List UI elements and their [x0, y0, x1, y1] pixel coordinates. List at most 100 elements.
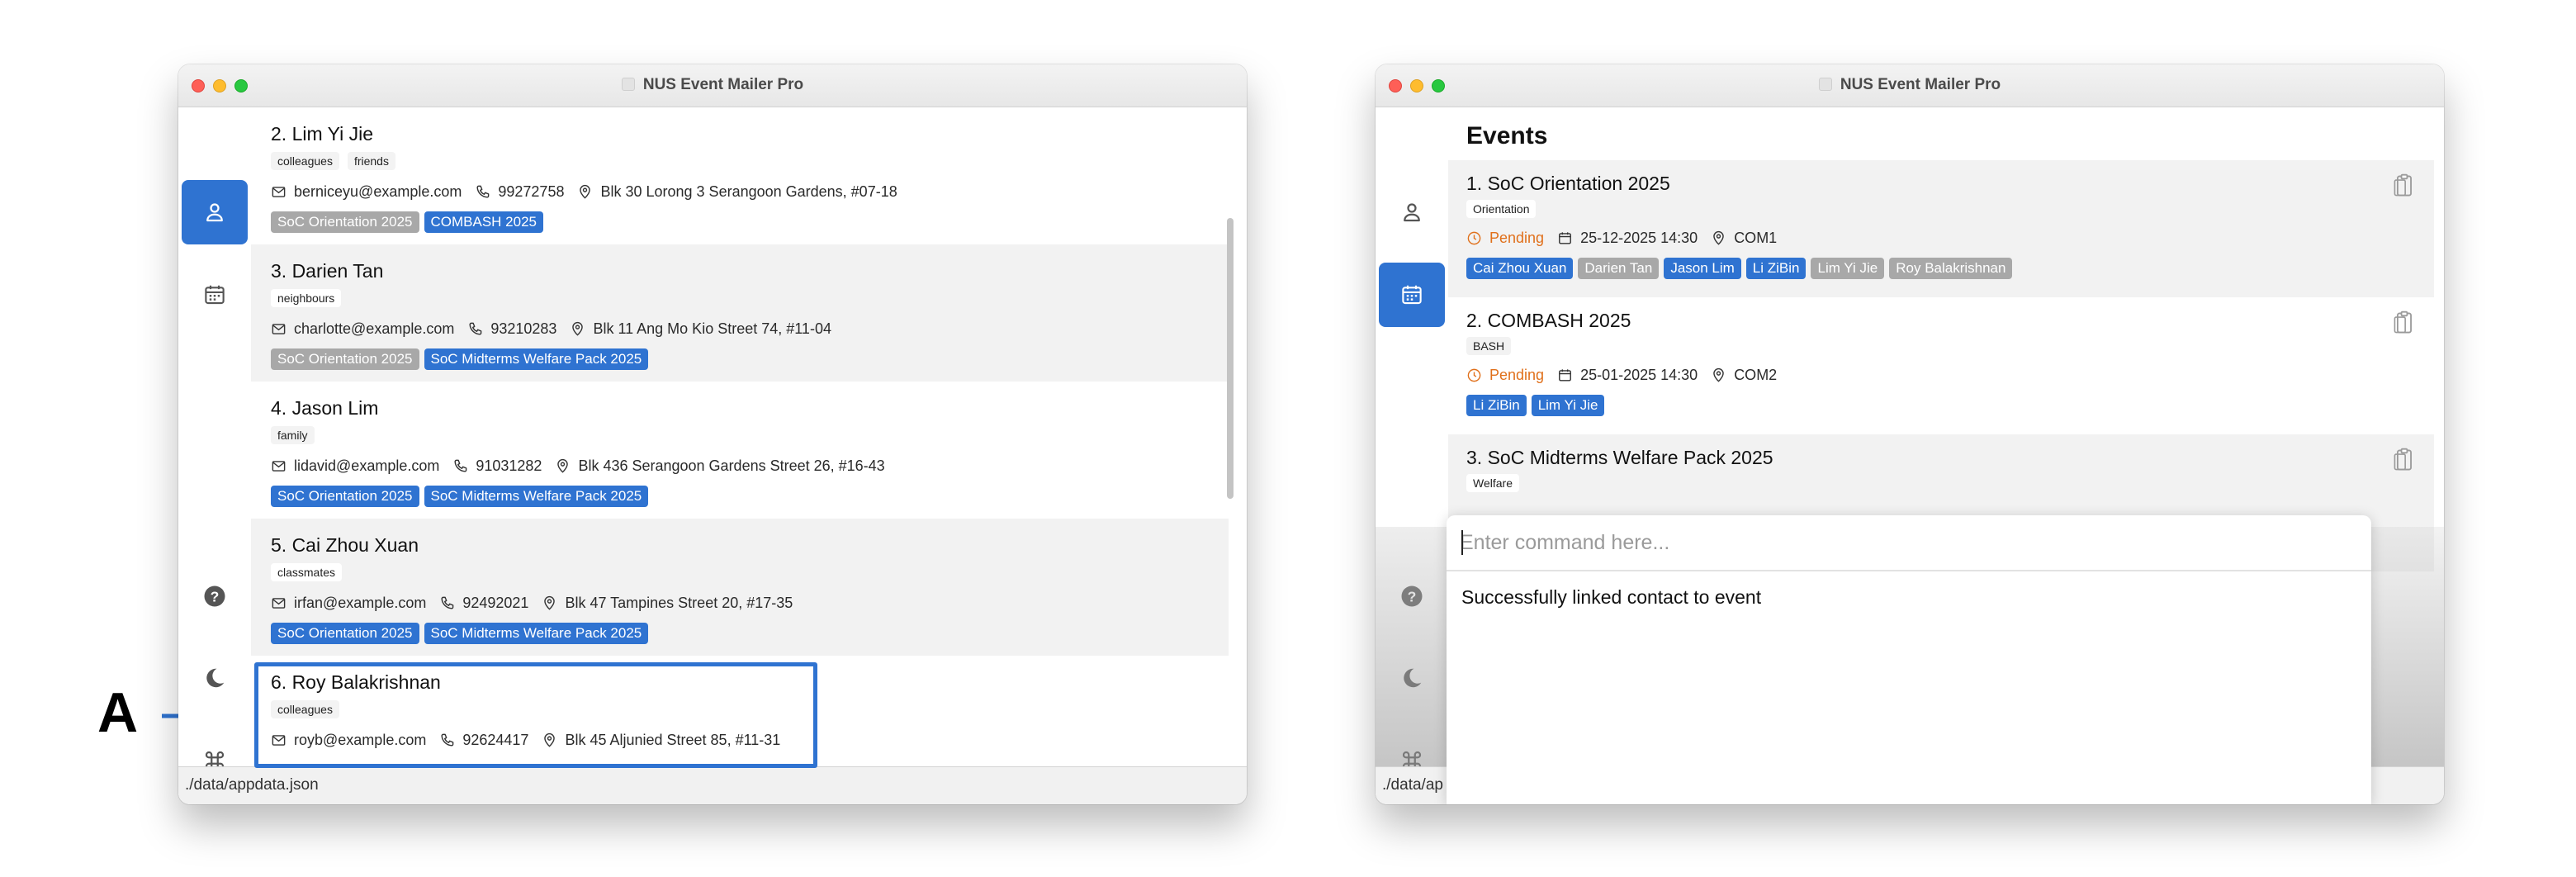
- clock-icon: [1467, 231, 1481, 244]
- command-panel: Successfully linked contact to event: [1447, 515, 2371, 804]
- contact-name: 5. Cai Zhou Xuan: [271, 534, 419, 556]
- linked-event-chip: SoC Midterms Welfare Pack 2025: [424, 623, 649, 644]
- linked-event-chip: SoC Orientation 2025: [271, 211, 419, 233]
- calendar-icon: [1559, 368, 1572, 382]
- scrollbar[interactable]: [1227, 218, 1234, 499]
- linked-contact-chip: Li ZiBin: [1466, 395, 1527, 416]
- contact-tag: classmates: [271, 563, 343, 581]
- contact-card[interactable]: 2. Lim Yi Jie colleagues friends bernice…: [251, 107, 1229, 244]
- event-tag: Welfare: [1466, 474, 1519, 492]
- linked-event-chip: SoC Orientation 2025: [271, 623, 419, 644]
- event-card[interactable]: 2. COMBASH 2025 BASH Pending 25-01-2025 …: [1448, 297, 2434, 434]
- linked-contact-chip: Roy Balakrishnan: [1889, 258, 2013, 279]
- phone-icon: [476, 185, 490, 198]
- contact-tag: colleagues: [271, 152, 339, 170]
- linked-contact-chip: Lim Yi Jie: [1531, 395, 1605, 416]
- linked-contact-chip: Jason Lim: [1664, 258, 1741, 279]
- contact-phone: 99272758: [498, 183, 565, 200]
- window-title: NUS Event Mailer Pro: [1376, 76, 2444, 94]
- contact-name: 3. Darien Tan: [271, 260, 384, 282]
- moon-icon: [206, 668, 225, 688]
- title-bar: NUS Event Mailer Pro: [1376, 64, 2444, 107]
- event-status: Pending: [1489, 229, 1545, 246]
- sidebar-help-button[interactable]: ?: [182, 564, 248, 628]
- contact-tag: neighbours: [271, 289, 342, 307]
- svg-text:?: ?: [211, 588, 220, 604]
- contact-tag: family: [271, 426, 315, 444]
- clipboard-icon[interactable]: [2393, 311, 2416, 335]
- contact-address: Blk 47 Tampines Street 20, #17-35: [565, 594, 793, 611]
- mail-icon: [272, 597, 286, 609]
- contact-name: 2. Lim Yi Jie: [271, 123, 373, 145]
- contact-phone: 91031282: [476, 457, 542, 474]
- contact-address: Blk 436 Serangoon Gardens Street 26, #16…: [578, 457, 885, 474]
- contact-email: charlotte@example.com: [294, 320, 455, 337]
- window-title: NUS Event Mailer Pro: [178, 76, 1247, 94]
- event-name: 3. SoC Midterms Welfare Pack 2025: [1466, 447, 1773, 468]
- question-icon: ?: [204, 585, 225, 607]
- location-pin-icon: [572, 321, 584, 336]
- event-name: 2. COMBASH 2025: [1466, 310, 1631, 331]
- contact-address: Blk 11 Ang Mo Kio Street 74, #11-04: [593, 320, 831, 337]
- mail-icon: [272, 460, 286, 472]
- clipboard-icon[interactable]: [2393, 448, 2416, 472]
- event-datetime: 25-01-2025 14:30: [1580, 366, 1698, 383]
- event-card[interactable]: 1. SoC Orientation 2025 Orientation Pend…: [1448, 160, 2434, 297]
- event-datetime: 25-12-2025 14:30: [1580, 229, 1698, 246]
- location-pin-icon: [1713, 367, 1724, 382]
- sidebar-contacts-button[interactable]: [182, 180, 248, 244]
- mail-icon: [272, 323, 286, 334]
- command-result: Successfully linked contact to event: [1461, 586, 1762, 608]
- contact-name: 4. Jason Lim: [271, 397, 379, 419]
- app-icon: [1818, 78, 1832, 91]
- phone-icon: [454, 459, 467, 472]
- calendar-icon: [1402, 285, 1422, 305]
- contact-card[interactable]: 5. Cai Zhou Xuan classmates irfan@exampl…: [251, 519, 1229, 656]
- sidebar: ?: [178, 107, 251, 804]
- contact-phone: 92492021: [462, 594, 529, 611]
- sidebar-theme-button[interactable]: [182, 646, 248, 710]
- contact-card[interactable]: 4. Jason Lim family lidavid@example.com …: [251, 382, 1229, 519]
- page-title: Events: [1466, 122, 1548, 149]
- calendar-icon: [1559, 231, 1572, 244]
- clipboard-icon[interactable]: [2393, 173, 2416, 198]
- linked-event-chip: SoC Midterms Welfare Pack 2025: [424, 348, 649, 370]
- person-icon: [206, 203, 223, 222]
- linked-event-chip: SoC Midterms Welfare Pack 2025: [424, 486, 649, 507]
- linked-contact-chip: Cai Zhou Xuan: [1466, 258, 1574, 279]
- linked-contact-chip: Li ZiBin: [1745, 258, 1807, 279]
- annotation-highlight-box: [254, 662, 817, 768]
- event-status: Pending: [1489, 366, 1545, 383]
- linked-event-chip: COMBASH 2025: [424, 211, 543, 233]
- event-tag: Orientation: [1466, 200, 1537, 218]
- location-pin-icon: [1713, 230, 1724, 245]
- title-bar: NUS Event Mailer Pro: [178, 64, 1247, 107]
- calendar-icon: [205, 285, 225, 305]
- sidebar-events-button[interactable]: [182, 263, 248, 327]
- contact-address: Blk 30 Lorong 3 Serangoon Gardens, #07-1…: [600, 183, 897, 200]
- sidebar-contacts-button[interactable]: [1379, 180, 1445, 244]
- event-tag: BASH: [1466, 337, 1512, 355]
- contact-card[interactable]: 3. Darien Tan neighbours charlotte@examp…: [251, 244, 1229, 382]
- event-name: 1. SoC Orientation 2025: [1466, 173, 1670, 194]
- clock-icon: [1467, 368, 1481, 382]
- annotation-label-a: A: [97, 681, 139, 744]
- phone-icon: [469, 322, 482, 335]
- location-pin-icon: [557, 458, 569, 473]
- linked-event-chip: SoC Orientation 2025: [271, 486, 419, 507]
- sidebar-events-button[interactable]: [1379, 263, 1445, 327]
- location-pin-icon: [580, 184, 591, 199]
- linked-event-chip: SoC Orientation 2025: [271, 348, 419, 370]
- mail-icon: [272, 186, 286, 197]
- app-icon: [621, 78, 635, 91]
- linked-contact-chip: Lim Yi Jie: [1811, 258, 1885, 279]
- linked-contact-chip: Darien Tan: [1578, 258, 1660, 279]
- phone-icon: [441, 596, 454, 609]
- event-venue: COM1: [1734, 229, 1778, 246]
- contact-phone: 93210283: [490, 320, 557, 337]
- event-venue: COM2: [1734, 366, 1778, 383]
- contact-email: irfan@example.com: [294, 594, 427, 611]
- command-input[interactable]: [1460, 525, 2360, 560]
- overlay-dim: [1376, 527, 1448, 766]
- location-pin-icon: [544, 595, 556, 610]
